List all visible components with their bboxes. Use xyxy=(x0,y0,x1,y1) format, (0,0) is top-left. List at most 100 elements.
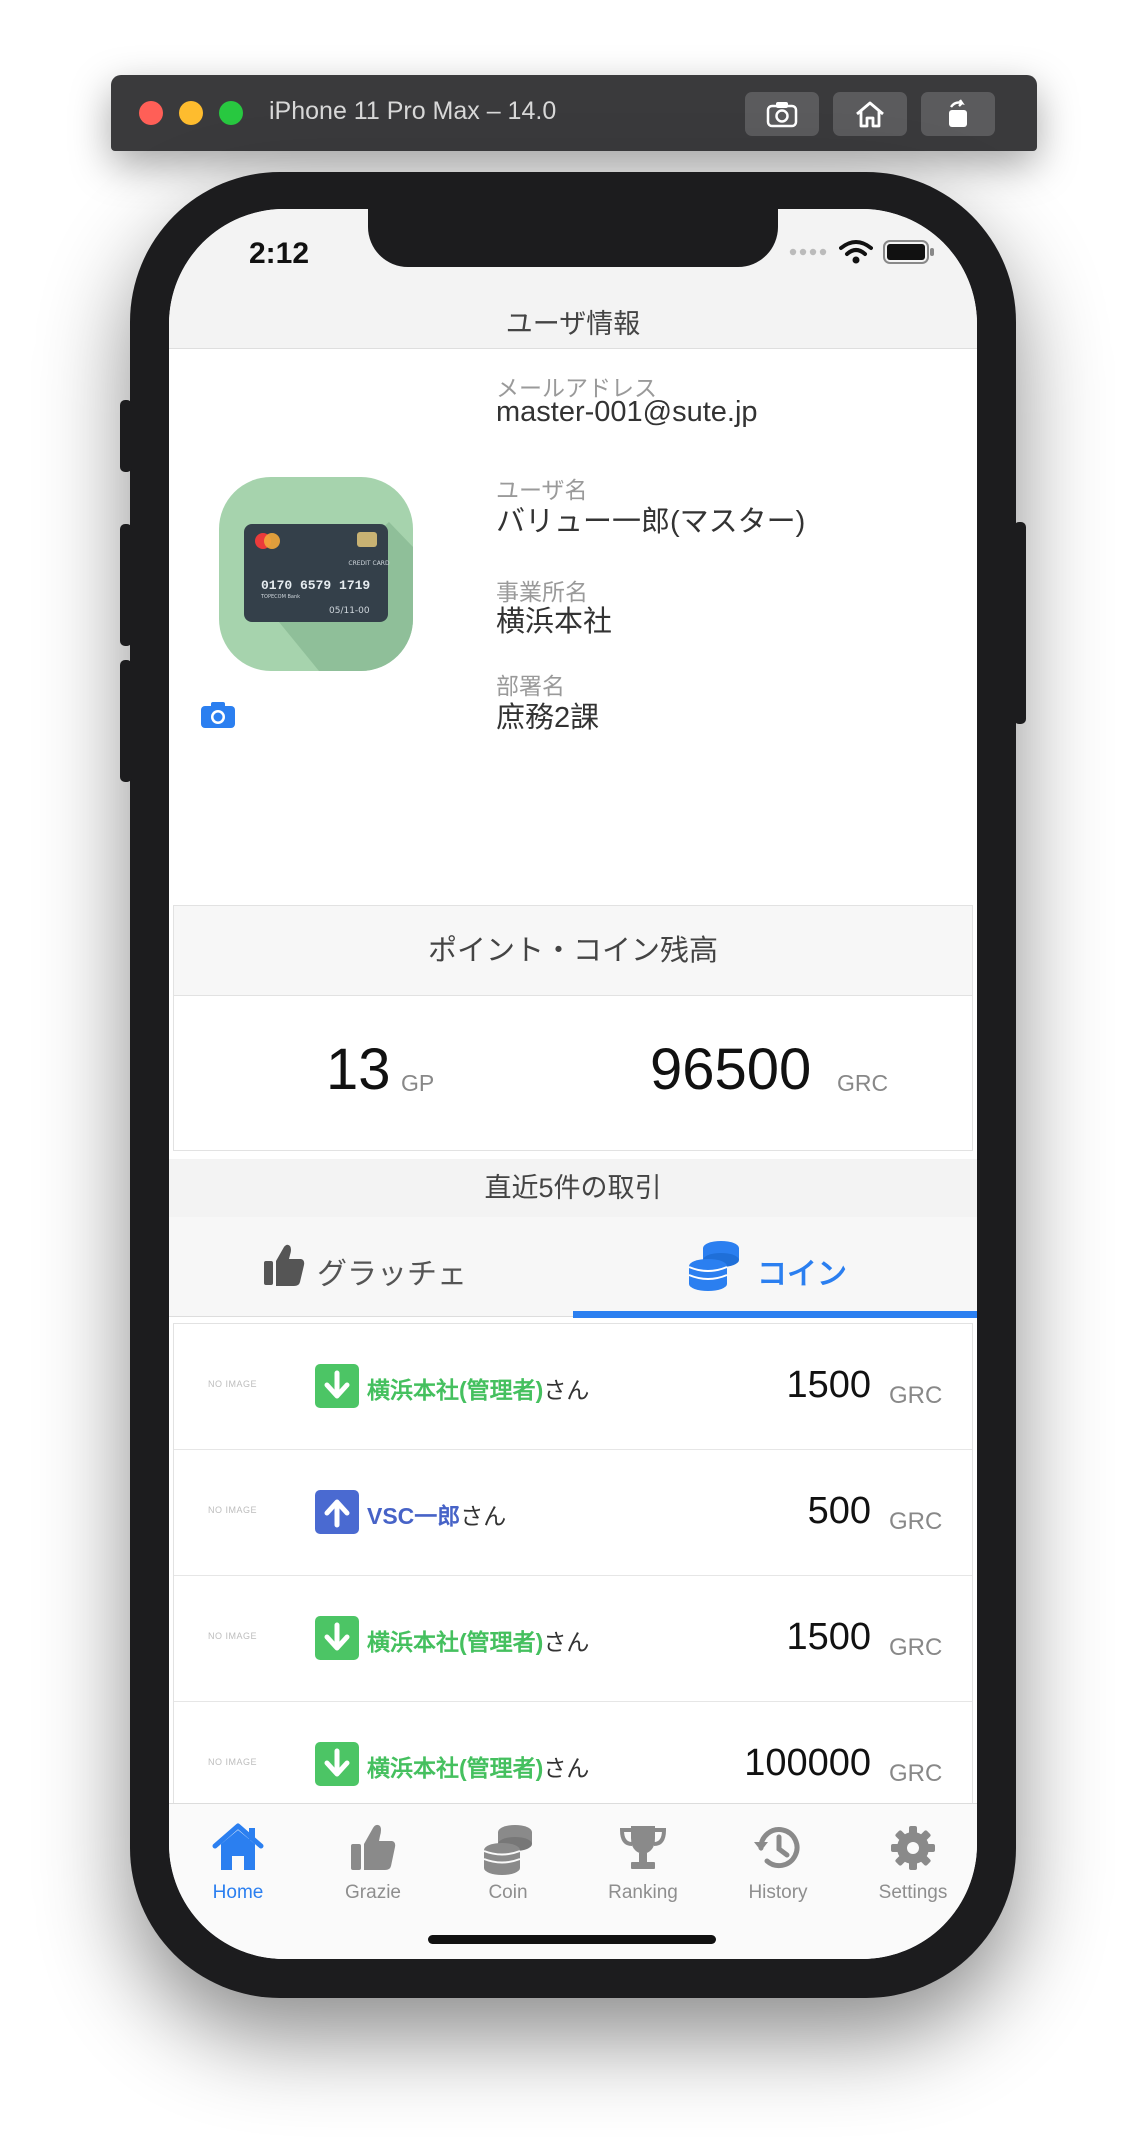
cellular-signal-icon xyxy=(789,248,827,256)
coins-value: 96500 xyxy=(650,1037,812,1102)
thumbs-up-icon xyxy=(264,1244,305,1286)
office-value: 横浜本社 xyxy=(496,606,613,638)
simulator-title: iPhone 11 Pro Max – 14.0 xyxy=(269,97,557,125)
recent-transactions-header: 直近5件の取引 xyxy=(169,1159,977,1217)
bottom-tab-bar: Home Grazie Coin Ranking History Setting… xyxy=(169,1803,977,1959)
volume-up-button xyxy=(120,524,132,646)
no-image-placeholder: NO IMAGE xyxy=(208,1757,258,1767)
tabbar-label-home: Home xyxy=(212,1882,264,1903)
home-indicator[interactable] xyxy=(428,1935,716,1944)
rotate-device-button[interactable] xyxy=(921,92,995,136)
device-notch xyxy=(368,209,778,267)
transaction-partner: 横浜本社(管理者)さん xyxy=(367,1749,589,1783)
tabbar-item-settings[interactable]: Settings xyxy=(846,1804,977,1914)
transaction-amount: 1500 xyxy=(786,1364,871,1406)
no-image-placeholder: NO IMAGE xyxy=(208,1379,258,1389)
home-device-button[interactable] xyxy=(833,92,907,136)
zoom-window-button[interactable] xyxy=(219,101,243,125)
status-time: 2:12 xyxy=(249,237,310,270)
outgoing-arrow-icon xyxy=(315,1490,359,1534)
partner-honorific: さん xyxy=(543,1755,590,1781)
incoming-arrow-icon xyxy=(315,1364,359,1408)
user-info-header: ユーザ情報 xyxy=(169,299,977,349)
tabbar-item-home[interactable]: Home xyxy=(171,1804,305,1914)
transaction-amount: 100000 xyxy=(744,1742,871,1784)
transaction-amount: 500 xyxy=(807,1490,871,1532)
trophy-icon xyxy=(619,1826,667,1869)
tabbar-item-ranking[interactable]: Ranking xyxy=(576,1804,710,1914)
tab-coin-label: コイン xyxy=(757,1258,847,1291)
transaction-unit: GRC xyxy=(889,1508,943,1535)
app-screen: 2:12 ユーザ情報 CREDIT CARD 0170 6579 1719 TO… xyxy=(169,209,977,1959)
close-window-button[interactable] xyxy=(139,101,163,125)
coins-unit: GRC xyxy=(837,1070,889,1096)
transaction-list: NO IMAGE 横浜本社(管理者)さん 1500 GRC NO IMAGE V… xyxy=(173,1323,973,1828)
change-photo-button[interactable] xyxy=(200,701,236,734)
camera-icon xyxy=(766,102,798,128)
no-image-placeholder: NO IMAGE xyxy=(208,1631,258,1641)
partner-name: 横浜本社(管理者) xyxy=(367,1755,544,1781)
active-tab-indicator xyxy=(573,1311,977,1318)
gear-icon xyxy=(891,1826,935,1870)
camera-icon xyxy=(201,702,235,728)
avatar[interactable]: CREDIT CARD 0170 6579 1719 TOPECOM Bank … xyxy=(219,477,413,671)
credit-card-image: CREDIT CARD 0170 6579 1719 TOPECOM Bank … xyxy=(244,522,413,671)
home-icon xyxy=(212,1823,264,1870)
department-value: 庶務2課 xyxy=(496,702,600,734)
tab-grazie[interactable]: グラッチェ xyxy=(169,1217,573,1317)
points-value: 13 xyxy=(326,1037,391,1102)
power-button xyxy=(1014,522,1026,724)
tabbar-label-settings: Settings xyxy=(878,1882,948,1903)
partner-name: 横浜本社(管理者) xyxy=(367,1377,544,1403)
tabbar-item-grazie[interactable]: Grazie xyxy=(306,1804,440,1914)
simulator-titlebar: iPhone 11 Pro Max – 14.0 xyxy=(111,75,1037,151)
card-brand: CREDIT CARD xyxy=(348,560,390,567)
card-number: 0170 6579 1719 xyxy=(261,578,370,593)
mute-switch xyxy=(120,400,132,472)
coins-icon xyxy=(483,1825,532,1875)
partner-honorific: さん xyxy=(460,1503,507,1529)
transaction-partner: VSC一郎さん xyxy=(367,1497,506,1531)
partner-honorific: さん xyxy=(543,1629,590,1655)
username-value: バリュー一郎(マスター) xyxy=(496,506,806,538)
screenshot-button[interactable] xyxy=(745,92,819,136)
tabbar-label-ranking: Ranking xyxy=(608,1882,678,1903)
transaction-row[interactable]: NO IMAGE 横浜本社(管理者)さん 1500 GRC xyxy=(174,1576,972,1702)
partner-name: VSC一郎 xyxy=(367,1503,461,1529)
battery-icon xyxy=(883,240,934,264)
transaction-amount: 1500 xyxy=(786,1616,871,1658)
transaction-row[interactable]: NO IMAGE VSC一郎さん 500 GRC xyxy=(174,1450,972,1576)
rotate-icon xyxy=(949,99,967,127)
coins-icon xyxy=(688,1241,739,1291)
tab-coin[interactable]: コイン xyxy=(573,1217,977,1317)
points-unit: GP xyxy=(401,1070,435,1096)
volume-down-button xyxy=(120,660,132,782)
wifi-icon xyxy=(839,240,873,264)
balance-header: ポイント・コイン残高 xyxy=(174,906,972,996)
tabbar-item-coin[interactable]: Coin xyxy=(441,1804,575,1914)
thumbs-up-icon xyxy=(351,1824,396,1870)
transaction-partner: 横浜本社(管理者)さん xyxy=(367,1623,589,1657)
incoming-arrow-icon xyxy=(315,1616,359,1660)
card-bank: TOPECOM Bank xyxy=(260,594,300,600)
transaction-row[interactable]: NO IMAGE 横浜本社(管理者)さん 1500 GRC xyxy=(174,1324,972,1450)
home-icon xyxy=(856,101,884,128)
tabbar-label-coin: Coin xyxy=(488,1882,528,1903)
incoming-arrow-icon xyxy=(315,1742,359,1786)
transaction-unit: GRC xyxy=(889,1634,943,1661)
partner-honorific: さん xyxy=(543,1377,590,1403)
transaction-unit: GRC xyxy=(889,1382,943,1409)
minimize-window-button[interactable] xyxy=(179,101,203,125)
partner-name: 横浜本社(管理者) xyxy=(367,1629,544,1655)
transaction-unit: GRC xyxy=(889,1760,943,1787)
transaction-tabs: グラッチェ コイン xyxy=(169,1217,977,1318)
history-icon xyxy=(754,1827,800,1869)
tabbar-label-history: History xyxy=(748,1882,808,1903)
email-value: master-001@sute.jp xyxy=(496,396,758,428)
tab-grazie-label: グラッチェ xyxy=(317,1258,467,1291)
no-image-placeholder: NO IMAGE xyxy=(208,1505,258,1515)
tabbar-label-grazie: Grazie xyxy=(345,1882,401,1903)
status-icons xyxy=(789,239,935,265)
transaction-partner: 横浜本社(管理者)さん xyxy=(367,1371,589,1405)
tabbar-item-history[interactable]: History xyxy=(711,1804,845,1914)
